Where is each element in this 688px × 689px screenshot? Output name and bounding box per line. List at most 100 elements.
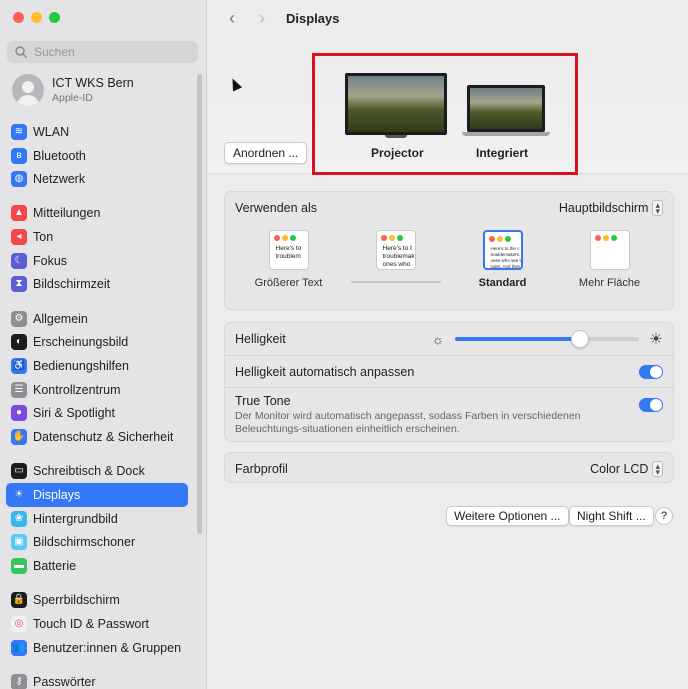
true-tone-label: True Tone <box>235 394 291 408</box>
sidebar-item-batterie[interactable]: ▬ Batterie <box>6 554 188 578</box>
resolution-preview: Here's to the c troublemakers. ones who … <box>482 230 523 270</box>
resolution-option[interactable]: Here's to the c troublemakers. ones who … <box>453 230 553 289</box>
zoom-window-button[interactable] <box>49 12 60 23</box>
resolution-option[interactable]: ... Mehr Fläche <box>560 230 660 289</box>
appearance-icon: ◐ <box>11 334 27 351</box>
resolution-options: Here's to troublem Größerer Text Here's to… <box>225 230 673 289</box>
sidebar-item-bildschirmzeit[interactable]: ⧗ Bildschirmzeit <box>6 273 188 297</box>
forward-button[interactable]: › <box>252 8 272 28</box>
updown-chevron-icon: ▴ ▾ <box>652 460 663 477</box>
arrange-button[interactable]: Anordnen ... <box>224 142 308 164</box>
resolution-preview: ... <box>589 230 630 270</box>
resolution-preview-text: ... <box>596 245 600 249</box>
sidebar-item-label: Batterie <box>33 559 77 574</box>
search-input[interactable]: Suchen <box>7 41 198 63</box>
sidebar-item-touch-id-passwort[interactable]: ◎ Touch ID & Passwort <box>6 612 188 636</box>
control-center-icon: ☰ <box>11 381 27 398</box>
sidebar: Suchen ICT WKS Bern Apple-ID ≋ WLAN ʙ Bluet… <box>0 0 207 689</box>
account-name: ICT WKS Bern <box>52 76 134 90</box>
chevron-left-icon: ‹ <box>229 7 235 28</box>
window-controls <box>13 12 60 23</box>
sidebar-list: ≋ WLAN ʙ Bluetooth ◍ Netzwerk ▲ Mitteilungen ◂ To… <box>6 120 188 689</box>
bell-icon: ▲ <box>11 205 27 222</box>
key-icon: ⚷ <box>11 673 27 689</box>
updown-chevron-icon: ▴ ▾ <box>652 200 663 216</box>
fingerprint-icon: ◎ <box>11 615 27 632</box>
sidebar-item-wlan[interactable]: ≋ WLAN <box>6 120 188 144</box>
sidebar-item-label: Kontrollzentrum <box>33 382 121 397</box>
sidebar-item-label: Allgemein <box>33 311 88 326</box>
wallpaper-icon: ❀ <box>11 510 27 527</box>
resolution-label: Standard <box>478 277 527 289</box>
sidebar-item-bedienungshilfen[interactable]: ♿ Bedienungshilfen <box>6 354 188 378</box>
resolution-preview-text: Here's to the c troublemakers. ones who … <box>490 246 521 269</box>
sidebar-item-label: WLAN <box>33 124 70 139</box>
sidebar-item-erscheinungsbild[interactable]: ◐ Erscheinungsbild <box>6 331 188 355</box>
sidebar-item-siri-spotlight[interactable]: ● Siri & Spotlight <box>6 402 188 426</box>
minimize-window-button[interactable] <box>31 12 42 23</box>
color-profile-value: Color LCD <box>590 461 649 476</box>
sidebar-item-fokus[interactable]: ☾ Fokus <box>6 249 188 273</box>
display-usage-card: Verwenden als Hauptbildschirm ▴ ▾ Here's … <box>224 191 674 310</box>
night-shift-button[interactable]: Night Shift ... <box>569 506 654 526</box>
true-tone-description: Der Monitor wird automatisch angepasst, … <box>235 410 581 435</box>
brightness-slider[interactable] <box>455 330 639 348</box>
toolbar: ‹ › Displays <box>208 0 688 36</box>
sidebar-item-ton[interactable]: ◂ Ton <box>6 225 188 249</box>
resolution-option[interactable]: Here's to troublem Größerer Text <box>239 230 339 289</box>
close-window-button[interactable] <box>13 12 24 23</box>
sidebar-item-label: Fokus <box>33 253 68 268</box>
sidebar-item-benutzer-innen-gruppen[interactable]: 👥 Benutzer:innen & Gruppen <box>6 636 188 660</box>
users-icon: 👥 <box>11 639 27 656</box>
screensaver-icon: ▣ <box>11 534 27 551</box>
resolution-preview: Here's to t troublemak ones who <box>375 230 416 270</box>
brightness-slider-knob[interactable] <box>571 330 590 348</box>
siri-icon: ● <box>11 405 27 422</box>
sidebar-item-label: Sperrbildschirm <box>33 593 120 608</box>
battery-icon: ▬ <box>11 558 27 575</box>
resolution-label: Größerer Text <box>254 277 323 289</box>
sidebar-item-label: Bedienungshilfen <box>33 359 129 374</box>
resolution-option[interactable]: Here's to t troublemak ones who <box>346 230 446 289</box>
brightness-card: Helligkeit ☼ ☀ Helligkeit automatisch an… <box>224 322 674 442</box>
sidebar-item-mitteilungen[interactable]: ▲ Mitteilungen <box>6 202 188 226</box>
sidebar-item-label: Netzwerk <box>33 172 86 187</box>
sidebar-item-displays[interactable]: ☀ Displays <box>6 483 188 507</box>
resolution-preview-text: Here's to t troublemak ones who <box>382 245 415 268</box>
color-profile-popup[interactable]: Color LCD ▴ ▾ <box>590 460 663 477</box>
sidebar-item-allgemein[interactable]: ⚙ Allgemein <box>6 307 188 331</box>
display-arrangement-area: Anordnen ... Projector Integriert <box>208 36 688 175</box>
sun-small-icon: ☼ <box>432 331 444 347</box>
sidebar-item-schreibtisch-dock[interactable]: ▭ Schreibtisch & Dock <box>6 459 188 483</box>
sidebar-item-bildschirmschoner[interactable]: ▣ Bildschirmschoner <box>6 531 188 555</box>
true-tone-toggle[interactable] <box>639 398 663 412</box>
auto-brightness-toggle[interactable] <box>639 364 663 379</box>
apple-id-account[interactable]: ICT WKS Bern Apple-ID <box>12 74 134 106</box>
sidebar-item-label: Mitteilungen <box>33 206 101 221</box>
gear-icon: ⚙ <box>11 310 27 327</box>
search-icon <box>15 46 28 59</box>
sidebar-item-netzwerk[interactable]: ◍ Netzwerk <box>6 167 188 191</box>
sidebar-item-kontrollzentrum[interactable]: ☰ Kontrollzentrum <box>6 378 188 402</box>
dock-icon: ▭ <box>11 463 27 480</box>
avatar <box>12 74 44 106</box>
sidebar-item-sperrbildschirm[interactable]: 🔒 Sperrbildschirm <box>6 588 188 612</box>
sidebar-item-bluetooth[interactable]: ʙ Bluetooth <box>6 144 188 168</box>
sidebar-item-hintergrundbild[interactable]: ❀ Hintergrundbild <box>6 507 188 531</box>
sidebar-item-datenschutz-sicherheit[interactable]: ✋ Datenschutz & Sicherheit <box>6 425 188 449</box>
sidebar-scrollbar[interactable] <box>197 74 202 534</box>
sidebar-item-passwörter[interactable]: ⚷ Passwörter <box>6 670 188 689</box>
use-as-label: Verwenden als <box>235 201 318 215</box>
help-button[interactable]: ? <box>655 507 673 525</box>
back-button[interactable]: ‹ <box>222 8 242 28</box>
chevron-right-icon: › <box>259 7 265 28</box>
more-options-button[interactable]: Weitere Optionen ... <box>446 506 569 526</box>
use-as-popup[interactable]: Hauptbildschirm ▴ ▾ <box>559 200 663 216</box>
resolution-label: Mehr Fläche <box>578 277 641 289</box>
resolution-divider <box>350 281 441 283</box>
sidebar-item-label: Passwörter <box>33 674 96 689</box>
